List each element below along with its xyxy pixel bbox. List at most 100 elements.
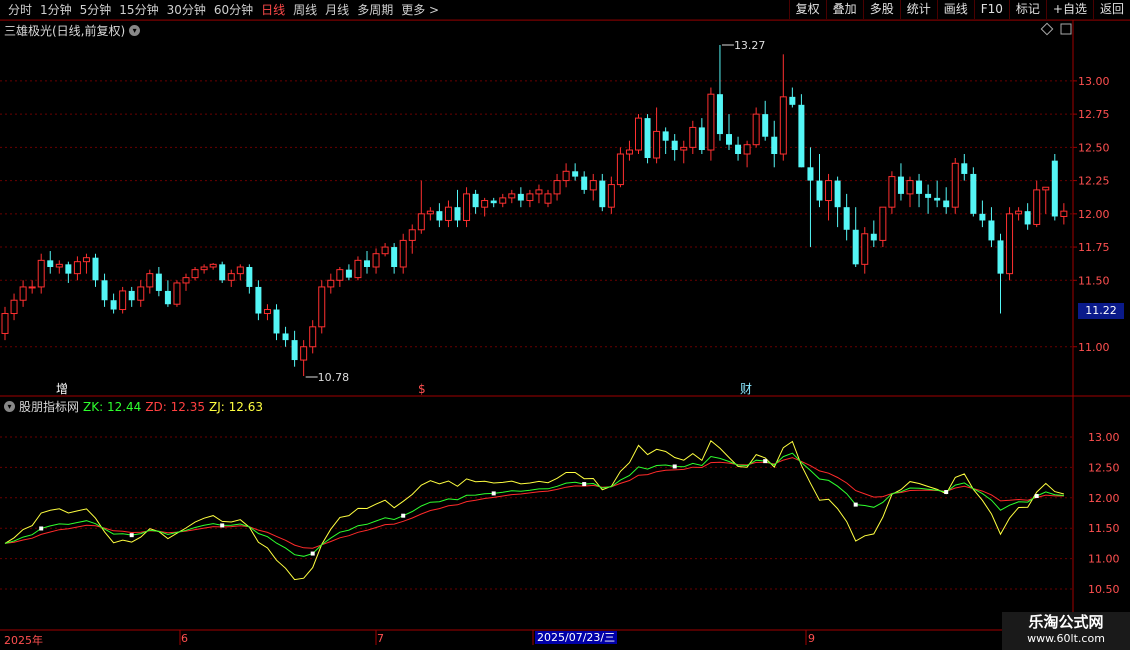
signal-marker bbox=[310, 551, 315, 556]
candle-body bbox=[789, 96, 796, 105]
watermark-title: 乐淘公式网 bbox=[1028, 613, 1104, 631]
candle-body bbox=[607, 184, 615, 208]
candle-body bbox=[625, 149, 633, 155]
candle-body bbox=[490, 200, 497, 204]
signal-marker bbox=[491, 491, 496, 496]
signal-marker bbox=[763, 459, 768, 464]
candle-body bbox=[925, 193, 932, 198]
signal-marker bbox=[672, 464, 677, 469]
candle-body bbox=[553, 180, 561, 195]
candle-body bbox=[635, 117, 642, 151]
candle-body bbox=[255, 286, 262, 314]
candle-body bbox=[444, 206, 452, 221]
kline-chart[interactable]: 13.00 12.75 12.50 12.25 12.00 11.75 11.50 11.00… bbox=[0, 0, 1130, 650]
candle-body bbox=[798, 104, 805, 168]
candle-body bbox=[300, 346, 308, 361]
candle-body bbox=[680, 146, 688, 151]
candle-body bbox=[128, 290, 135, 301]
price-tick-label: 11.75 bbox=[1078, 241, 1110, 254]
candle-body bbox=[1051, 160, 1058, 217]
candle-body bbox=[173, 282, 181, 305]
candle-body bbox=[1, 313, 9, 334]
zd-line bbox=[4, 457, 1064, 549]
candle-body bbox=[616, 153, 624, 186]
candle-body bbox=[888, 176, 896, 208]
candle-body bbox=[662, 131, 669, 141]
candle-body bbox=[417, 213, 425, 231]
date-cursor-highlight: 2025/07/23/三 bbox=[535, 631, 618, 644]
candle-body bbox=[544, 193, 552, 204]
candle-body bbox=[200, 266, 208, 271]
candle-body bbox=[970, 173, 977, 214]
candle-body bbox=[572, 171, 579, 177]
site-watermark: 乐淘公式网 www.60lt.com bbox=[1002, 612, 1130, 650]
candle-body bbox=[779, 96, 787, 155]
candle-body bbox=[897, 176, 904, 194]
candle-body bbox=[47, 260, 54, 267]
candle-body bbox=[707, 93, 715, 151]
candle-body bbox=[526, 193, 534, 202]
candle-body bbox=[345, 269, 352, 278]
candle-body bbox=[155, 273, 162, 291]
candle-body bbox=[1033, 189, 1041, 225]
date-month-6: 6 bbox=[181, 632, 188, 645]
candle-body bbox=[508, 193, 516, 199]
price-tick-label: 12.50 bbox=[1078, 141, 1110, 154]
candle-body bbox=[735, 144, 742, 155]
candle-body bbox=[463, 193, 471, 221]
indicator-tick-label: 12.50 bbox=[1088, 461, 1120, 474]
candle-body bbox=[517, 193, 524, 201]
candle-body bbox=[943, 200, 950, 208]
candle-body bbox=[327, 279, 335, 288]
candle-body bbox=[19, 286, 27, 301]
candle-body bbox=[1015, 210, 1023, 215]
candle-body bbox=[472, 193, 479, 208]
watermark-url: www.60lt.com bbox=[1027, 632, 1105, 645]
candle-body bbox=[1042, 186, 1050, 191]
candle-body bbox=[934, 197, 941, 201]
price-tick-label: 12.00 bbox=[1078, 208, 1110, 221]
candle-body bbox=[10, 299, 18, 315]
candle-body bbox=[209, 263, 217, 268]
candle-body bbox=[689, 126, 697, 148]
signal-marker bbox=[220, 523, 225, 528]
candle-body bbox=[671, 140, 678, 151]
candle-body bbox=[961, 163, 968, 174]
candle-body bbox=[644, 118, 651, 158]
candle-body bbox=[372, 253, 380, 268]
candle-body bbox=[979, 213, 986, 221]
panel-toggle-icon bbox=[1060, 23, 1072, 35]
candle-body bbox=[997, 240, 1004, 274]
candle-body bbox=[219, 264, 226, 281]
candle-body bbox=[861, 233, 869, 265]
candle-body bbox=[282, 333, 289, 341]
date-year: 2025年 bbox=[4, 634, 43, 647]
candle-body bbox=[110, 300, 117, 310]
candle-body bbox=[92, 257, 99, 281]
candle-body bbox=[879, 206, 887, 241]
candle-body bbox=[82, 257, 90, 263]
candle-body bbox=[73, 261, 81, 275]
candle-body bbox=[436, 211, 443, 221]
indicator-tick-label: 10.50 bbox=[1088, 583, 1120, 596]
candle-body bbox=[852, 229, 859, 265]
candle-body bbox=[399, 239, 407, 268]
candle-body bbox=[101, 280, 108, 301]
candle-body bbox=[354, 259, 362, 279]
price-tick-label: 12.75 bbox=[1078, 108, 1110, 121]
candle-body bbox=[916, 180, 923, 194]
candle-body bbox=[263, 309, 271, 315]
signal-marker bbox=[1034, 494, 1039, 499]
signal-marker bbox=[401, 513, 406, 518]
current-price-badge: 11.22 bbox=[1078, 303, 1124, 319]
zk-line bbox=[4, 452, 1064, 557]
candle-body bbox=[408, 229, 416, 241]
candle-body bbox=[426, 210, 434, 215]
candle-body bbox=[291, 340, 298, 361]
signal-marker bbox=[582, 482, 587, 487]
candle-body bbox=[816, 180, 823, 201]
candle-body bbox=[870, 233, 877, 241]
date-month-7: 7 bbox=[377, 632, 384, 645]
indicator-tick-label: 13.00 bbox=[1088, 431, 1120, 444]
event-marker: 财 bbox=[740, 382, 752, 396]
